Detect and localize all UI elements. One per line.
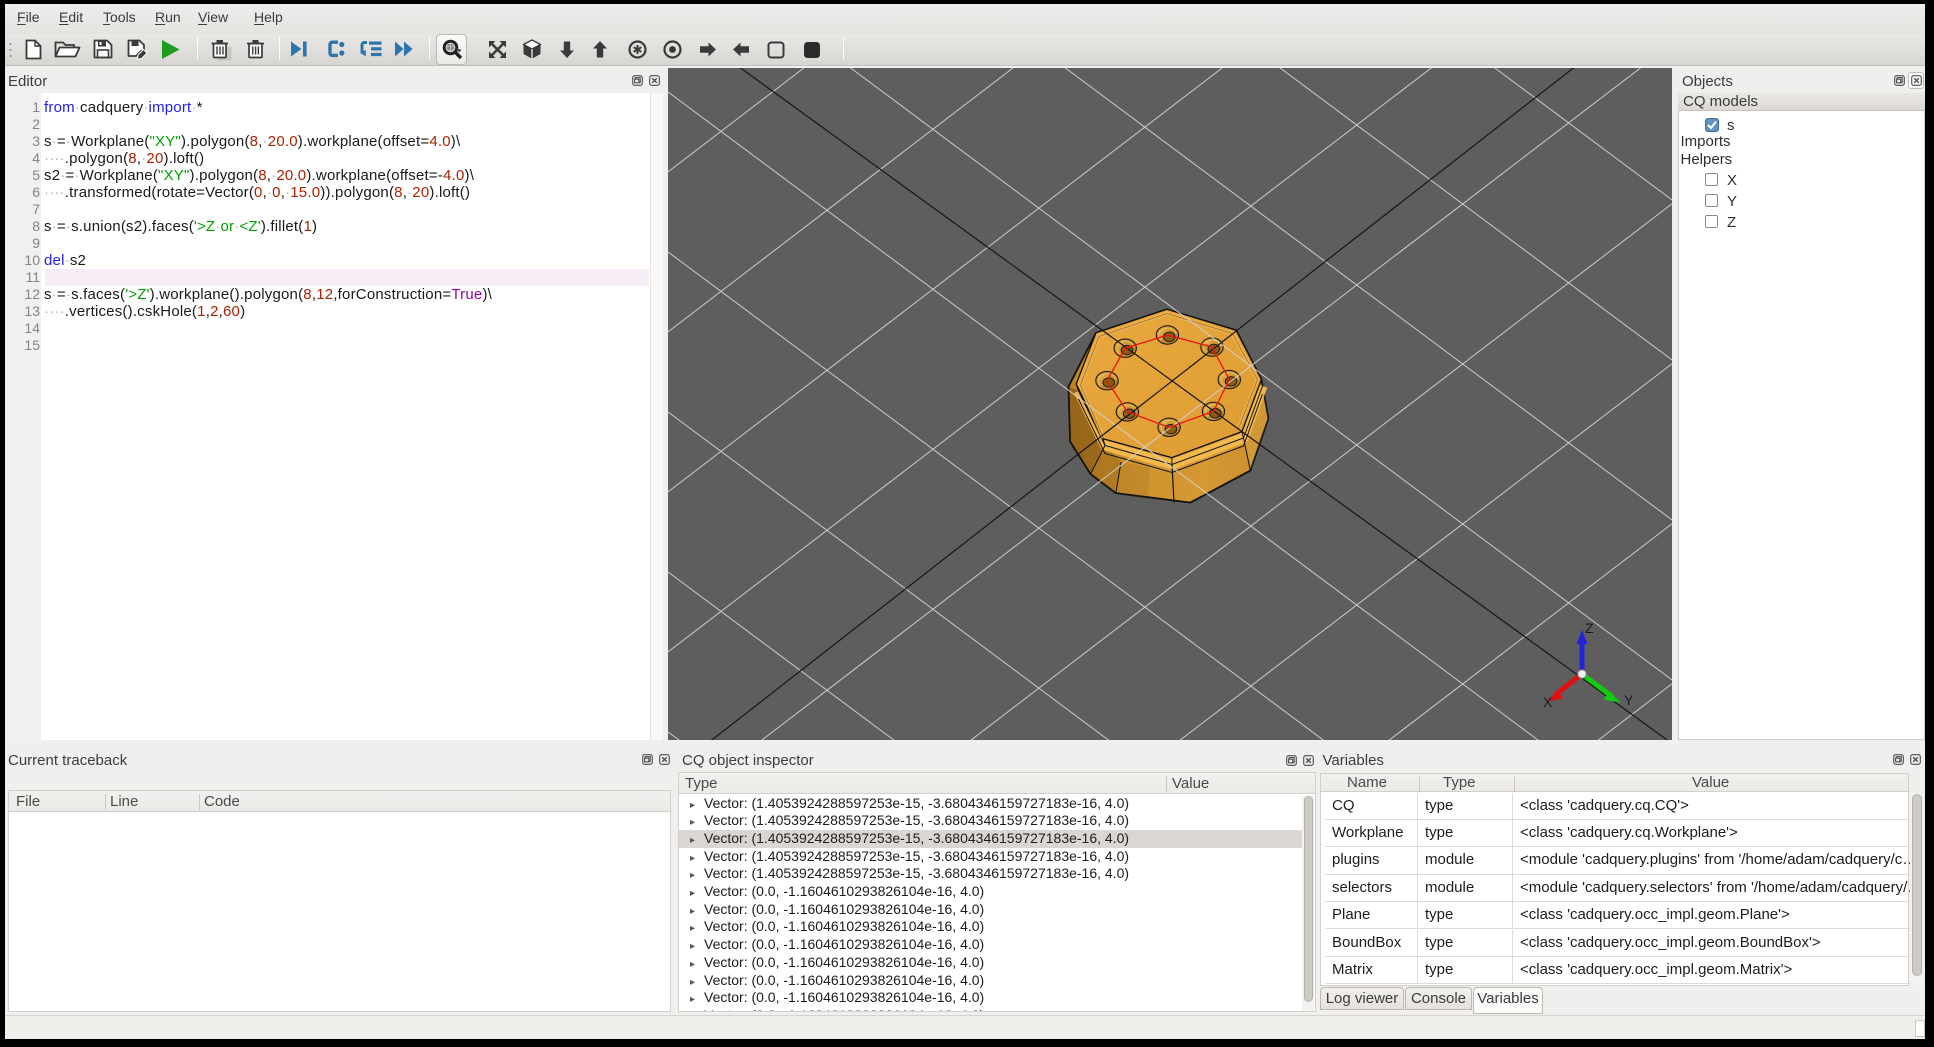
- svg-text:Z: Z: [1585, 620, 1594, 636]
- svg-text:Y: Y: [1624, 692, 1634, 708]
- svg-text:X: X: [1543, 694, 1553, 710]
